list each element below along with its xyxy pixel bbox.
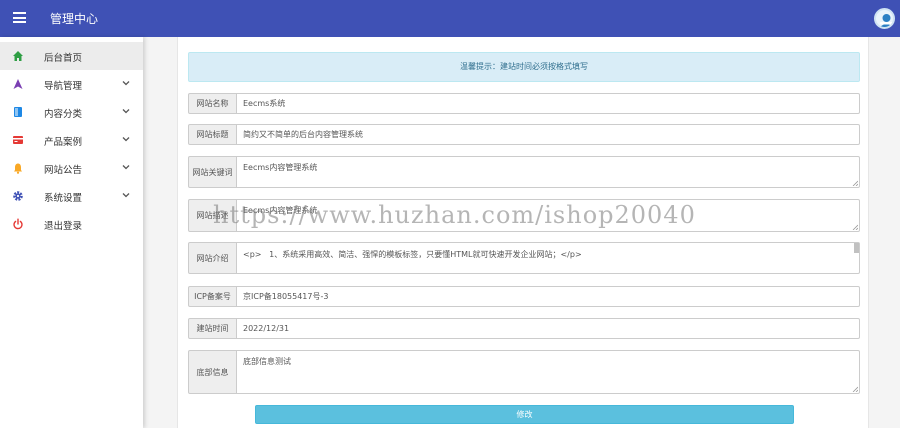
sidebar-item-label: 后台首页 xyxy=(44,53,83,64)
sidebar: 后台首页 导航管理 内容分类 产品案例 网站公告 系统设置 退出登录 xyxy=(0,37,143,428)
field-label: ICP备案号 xyxy=(188,286,237,307)
field-label: 底部信息 xyxy=(188,350,237,394)
footer-info-textarea[interactable]: 底部信息测试 xyxy=(236,350,860,394)
field-label: 建站时间 xyxy=(188,318,237,339)
settings-panel: 温馨提示：建站时间必须按格式填写 网站名称 网站标题 网站关键词 Eecms内容… xyxy=(177,37,869,428)
form-row-build-date: 建站时间 xyxy=(188,318,860,339)
field-label: 网站标题 xyxy=(188,124,237,145)
chevron-down-icon xyxy=(122,193,130,198)
power-icon xyxy=(13,218,23,230)
bell-icon xyxy=(14,163,22,174)
app-title: 管理中心 xyxy=(50,12,99,26)
chevron-down-icon xyxy=(122,137,130,142)
field-label: 网站描述 xyxy=(188,199,237,232)
sidebar-item-products[interactable]: 产品案例 xyxy=(0,126,143,154)
sidebar-item-settings[interactable]: 系统设置 xyxy=(0,182,143,210)
form-row-site-title: 网站标题 xyxy=(188,124,860,145)
field-label: 网站名称 xyxy=(188,93,237,114)
top-bar: 管理中心 xyxy=(0,0,900,37)
gear-icon xyxy=(13,191,23,201)
sidebar-item-home[interactable]: 后台首页 xyxy=(0,42,143,70)
navigation-icon xyxy=(13,79,23,89)
form-row-footer: 底部信息 底部信息测试 xyxy=(188,350,860,394)
hamburger-menu-icon[interactable] xyxy=(13,12,26,23)
sidebar-item-announcements[interactable]: 网站公告 xyxy=(0,154,143,182)
sidebar-item-categories[interactable]: 内容分类 xyxy=(0,98,143,126)
sidebar-item-label: 网站公告 xyxy=(44,165,83,176)
form-row-description: 网站描述 Eecms内容管理系统 xyxy=(188,199,860,232)
site-name-input[interactable] xyxy=(236,93,860,114)
form-row-site-name: 网站名称 xyxy=(188,93,860,114)
sidebar-item-label: 系统设置 xyxy=(44,193,83,204)
card-icon xyxy=(13,136,23,144)
build-date-input[interactable] xyxy=(236,318,860,339)
sidebar-item-label: 产品案例 xyxy=(44,137,83,148)
alert-message: 温馨提示：建站时间必须按格式填写 xyxy=(188,52,860,82)
sidebar-item-label: 导航管理 xyxy=(44,81,83,92)
icp-number-input[interactable] xyxy=(236,286,860,307)
description-textarea[interactable]: Eecms内容管理系统 xyxy=(236,199,860,232)
form-row-introduction: 网站介绍 <p> 1、系统采用高效、简洁、强悍的模板标签，只要懂HTML就可快速… xyxy=(188,242,860,274)
sidebar-item-label: 退出登录 xyxy=(44,221,83,232)
home-icon xyxy=(13,51,23,61)
chevron-down-icon xyxy=(122,81,130,86)
form-row-keywords: 网站关键词 Eecms内容管理系统 xyxy=(188,156,860,188)
sidebar-item-logout[interactable]: 退出登录 xyxy=(0,210,143,238)
chevron-down-icon xyxy=(122,109,130,114)
bookmark-icon xyxy=(14,107,22,117)
form-row-icp: ICP备案号 xyxy=(188,286,860,307)
submit-button[interactable]: 修改 xyxy=(255,405,794,424)
site-title-input[interactable] xyxy=(236,124,860,145)
field-label: 网站介绍 xyxy=(188,242,237,274)
field-label: 网站关键词 xyxy=(188,156,237,188)
sidebar-item-label: 内容分类 xyxy=(44,109,83,120)
introduction-textarea[interactable]: <p> 1、系统采用高效、简洁、强悍的模板标签，只要懂HTML就可快速开发企业网… xyxy=(236,242,860,274)
sidebar-item-navigation[interactable]: 导航管理 xyxy=(0,70,143,98)
keywords-textarea[interactable]: Eecms内容管理系统 xyxy=(236,156,860,188)
chevron-down-icon xyxy=(122,165,130,170)
user-avatar[interactable] xyxy=(874,8,895,29)
